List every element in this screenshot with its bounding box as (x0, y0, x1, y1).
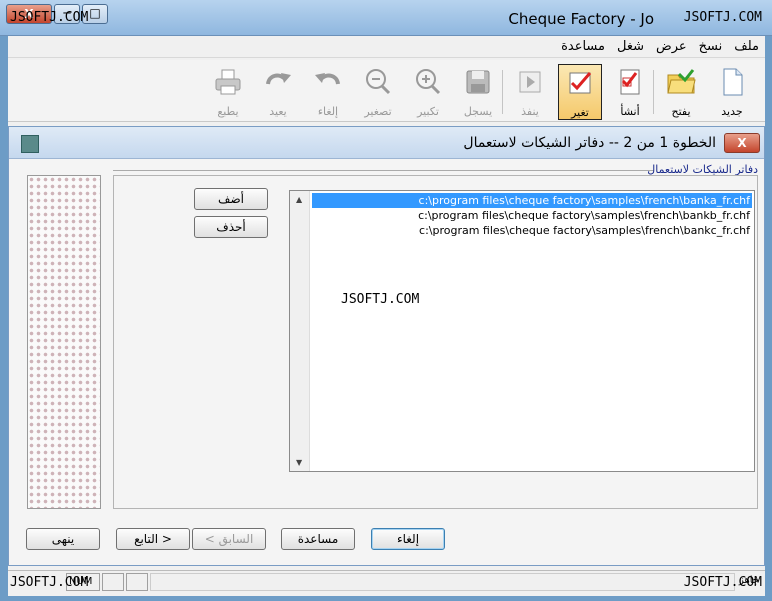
list-item[interactable]: c:\program files\cheque factory\samples\… (312, 223, 752, 238)
zoom-out-label: تصغير (364, 105, 392, 118)
scroll-up-arrow-icon[interactable]: ▲ (296, 195, 302, 204)
toolbar-separator (653, 70, 654, 114)
printer-icon (215, 69, 241, 95)
execute-label: ينفذ (521, 105, 539, 118)
menu-view[interactable]: عرض (656, 39, 687, 54)
back-button[interactable]: < السابق (192, 528, 266, 550)
cheque-books-list[interactable]: ▲ ▼ c:\program files\cheque factory\samp… (289, 190, 755, 472)
list-item[interactable]: c:\program files\cheque factory\samples\… (312, 208, 752, 223)
change-label: تغير (571, 106, 589, 119)
change-button[interactable]: تغير (558, 64, 602, 120)
menu-bar: ملف نسخ عرض شغل مساعدة (8, 36, 765, 58)
undo-label: إلغاء (317, 105, 339, 118)
status-cell (102, 573, 124, 591)
print-button[interactable]: يطبع (206, 64, 250, 120)
open-folder-icon (667, 69, 696, 94)
next-button[interactable]: التابع > (116, 528, 190, 550)
zoom-out-button[interactable]: تصغير (356, 64, 400, 120)
watermark: JSOFTJ.COM (683, 10, 762, 25)
toolbar: جديد يفتح أنشأ تغير ينفذ يسجل تكبير تصغي… (8, 60, 765, 122)
open-button[interactable]: يفتح (659, 64, 703, 120)
status-message (150, 573, 735, 591)
change-check-icon (569, 72, 592, 94)
cheque-book-icon (21, 135, 39, 153)
zoom-in-button[interactable]: تكبير (406, 64, 450, 120)
create-check-icon (620, 69, 640, 95)
remove-button[interactable]: أحذف (194, 216, 268, 238)
redo-label: يعيد (269, 105, 287, 118)
save-disk-icon (466, 70, 490, 94)
execute-button[interactable]: ينفذ (508, 64, 552, 120)
wizard-dialog: الخطوة 1 من 2 -- دفاتر الشيكات لاستعمال … (8, 126, 765, 566)
save-label: يسجل (463, 105, 493, 118)
cancel-button[interactable]: إلغاء (371, 528, 445, 550)
undo-button[interactable]: إلغاء (306, 64, 350, 120)
status-cell (126, 573, 148, 591)
status-bar: NUM جاهز (8, 570, 765, 592)
finish-button[interactable]: ينهى (26, 528, 100, 550)
redo-button[interactable]: يعيد (256, 64, 300, 120)
save-button[interactable]: يسجل (456, 64, 500, 120)
window-title: Cheque Factory - Jo (508, 10, 654, 28)
watermark: JSOFTJ.COM (10, 575, 89, 590)
list-scrollbar[interactable]: ▲ ▼ (290, 191, 310, 471)
new-label: جديد (721, 105, 743, 118)
window-titlebar: X ─ □ Cheque Factory - Jo JSOFTJ.COM JSO… (0, 0, 772, 36)
toolbar-separator (502, 70, 503, 114)
print-label: يطبع (217, 105, 239, 118)
list-item[interactable]: c:\program files\cheque factory\samples\… (312, 193, 752, 208)
zoom-in-icon (416, 69, 441, 95)
wizard-title: الخطوة 1 من 2 -- دفاتر الشيكات لاستعمال (463, 135, 716, 151)
execute-icon (519, 71, 541, 93)
watermark: JSOFTJ.COM (683, 575, 762, 590)
watermark: JSOFTJ.COM (10, 10, 89, 25)
menu-file[interactable]: ملف (734, 39, 759, 54)
wizard-titlebar: الخطوة 1 من 2 -- دفاتر الشيكات لاستعمال … (9, 127, 764, 159)
wizard-panel: أضف أحذف ▲ ▼ c:\program files\cheque fac… (113, 175, 758, 509)
new-document-icon (723, 68, 743, 96)
open-label: يفتح (671, 105, 691, 118)
app-window: ملف نسخ عرض شغل مساعدة جديد يفتح أنشأ تغ… (8, 36, 765, 596)
wizard-close-button[interactable]: X (724, 133, 760, 153)
menu-run[interactable]: شغل (617, 39, 644, 54)
undo-arrow-icon (315, 73, 340, 85)
scroll-down-arrow-icon[interactable]: ▼ (296, 458, 302, 467)
group-divider (113, 170, 654, 171)
create-button[interactable]: أنشأ (608, 64, 652, 120)
watermark: JSOFTJ.COM (341, 292, 420, 307)
help-button[interactable]: مساعدة (281, 528, 355, 550)
add-button[interactable]: أضف (194, 188, 268, 210)
wizard-side-image (27, 175, 101, 509)
menu-copy[interactable]: نسخ (699, 39, 723, 54)
menu-help[interactable]: مساعدة (561, 39, 605, 54)
zoom-in-label: تكبير (417, 105, 439, 118)
new-button[interactable]: جديد (710, 64, 754, 120)
create-label: أنشأ (620, 105, 640, 118)
redo-arrow-icon (266, 73, 291, 85)
zoom-out-icon (366, 69, 391, 95)
